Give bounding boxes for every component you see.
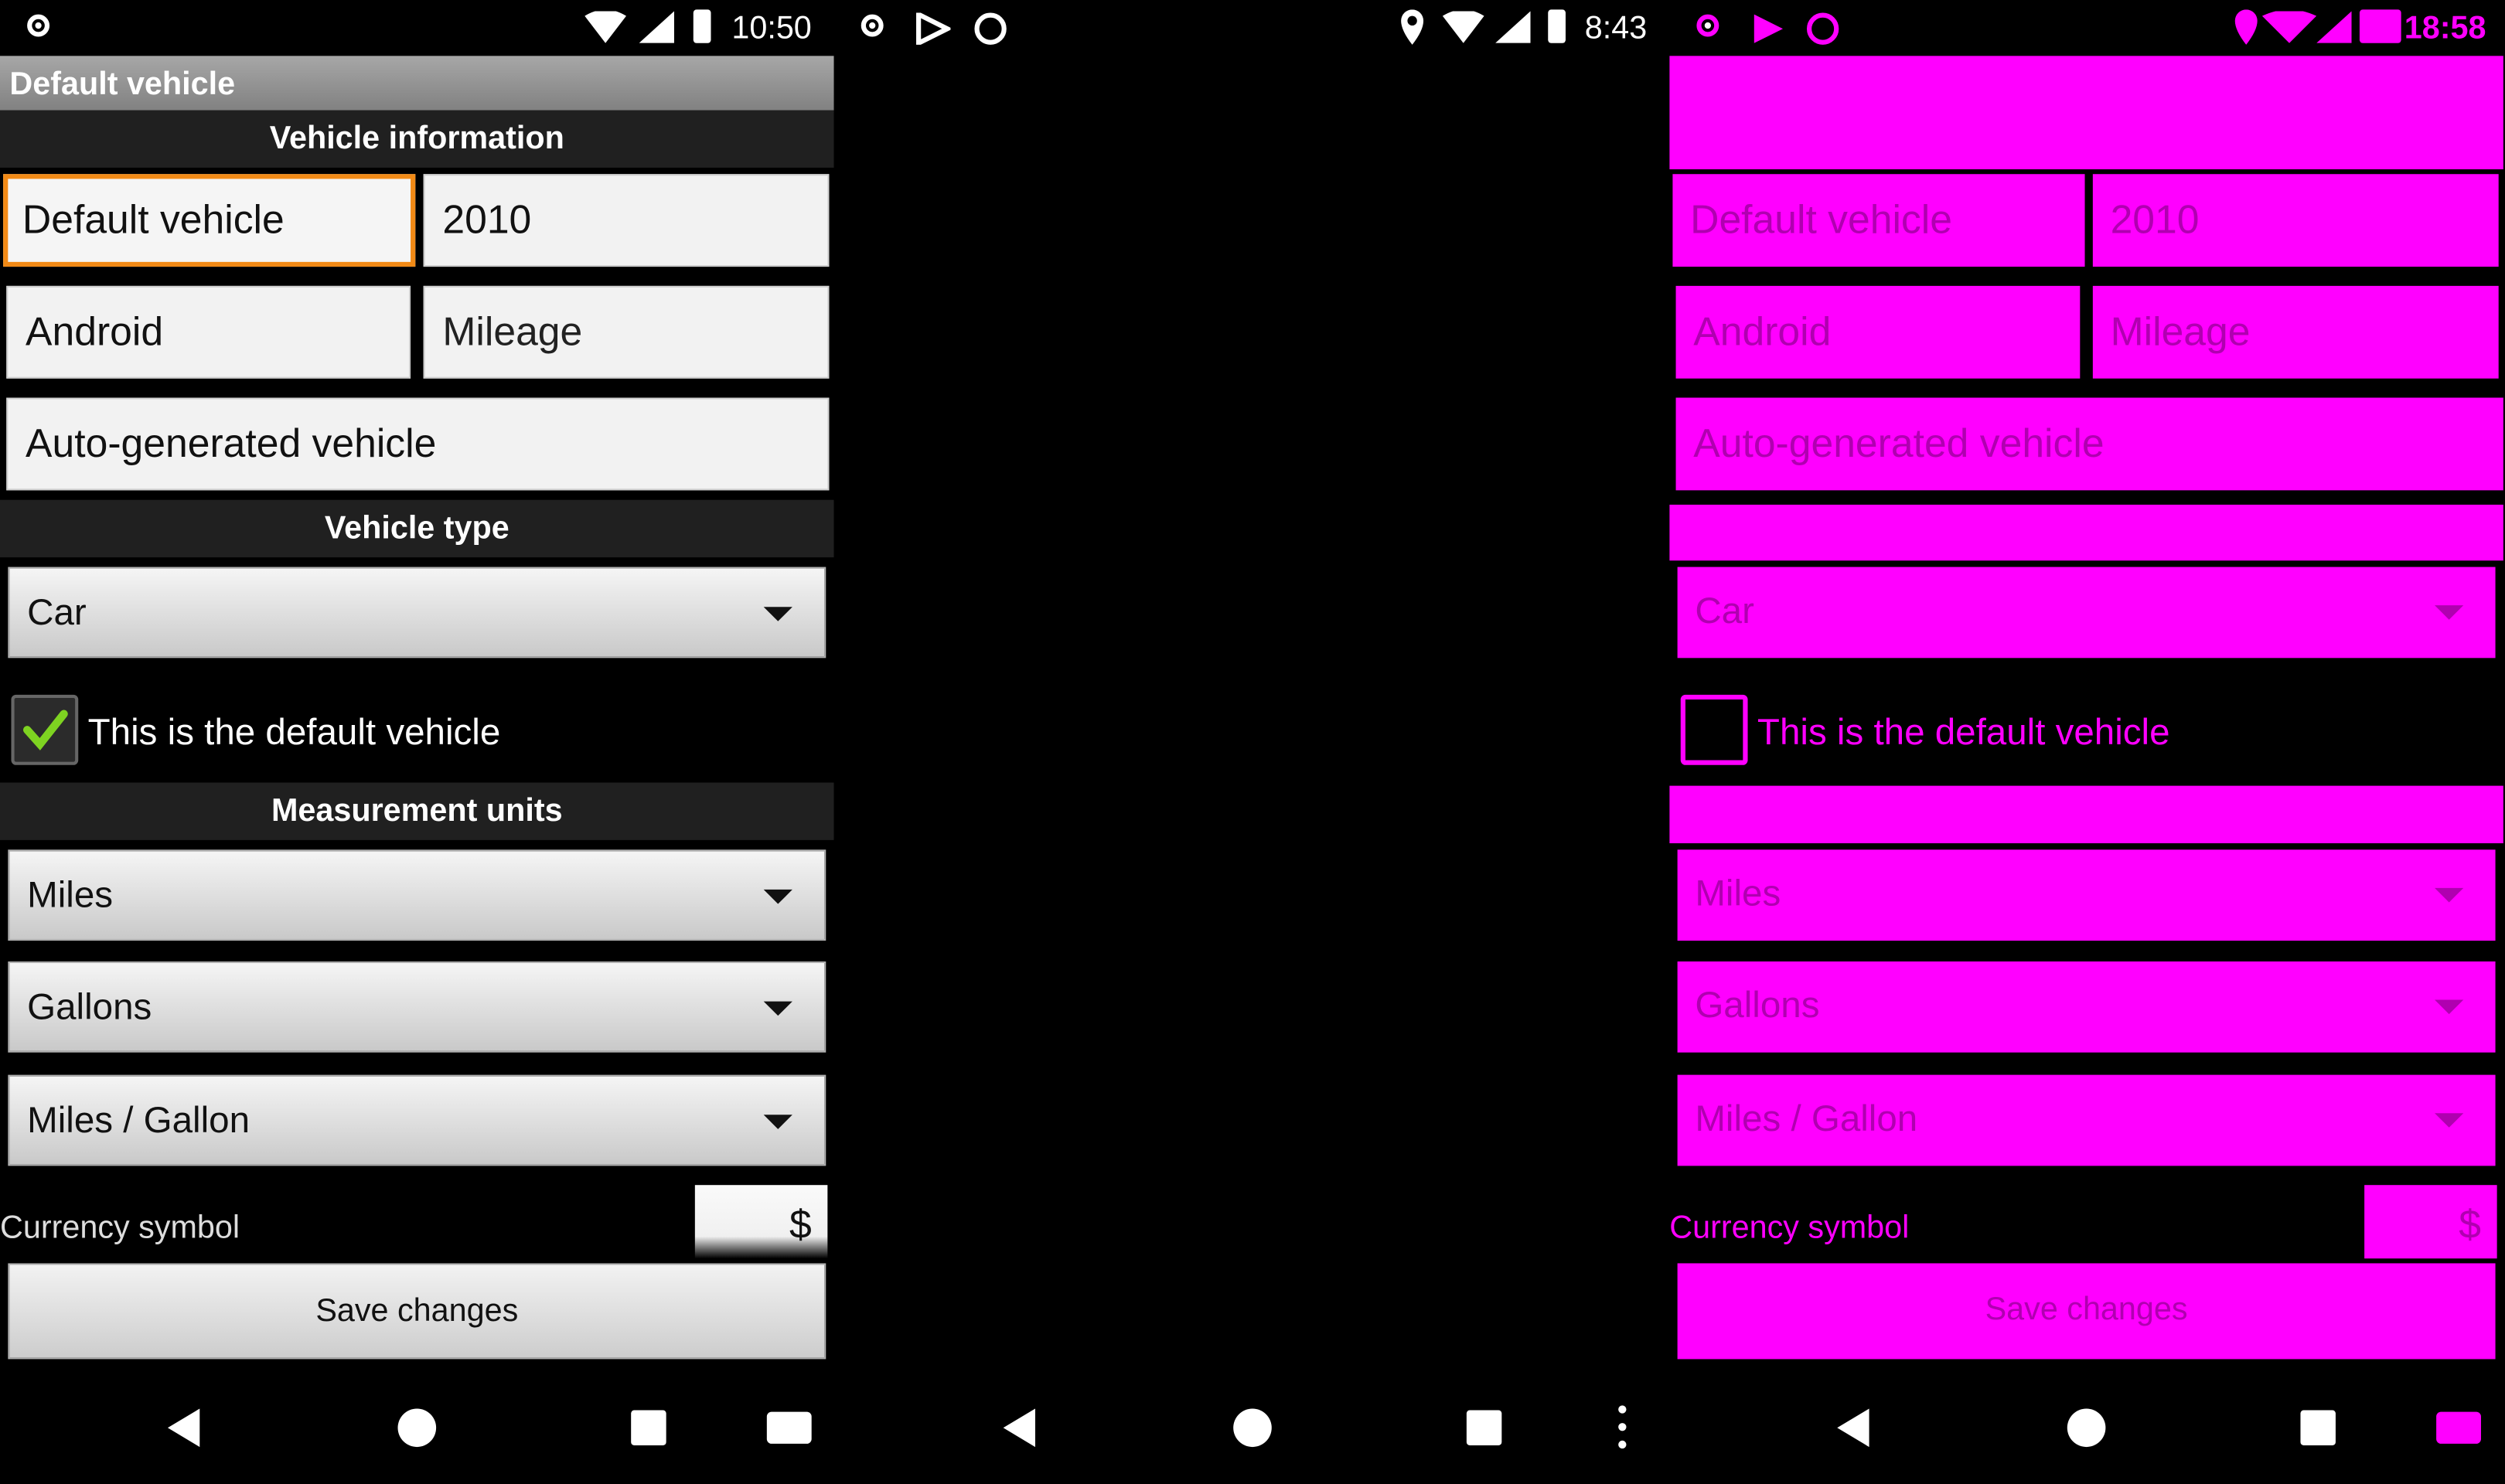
- battery-icon: [1548, 9, 1566, 43]
- currency-label: Currency symbol: [0, 1210, 240, 1246]
- vehicle-type-dropdown[interactable]: Car: [1677, 567, 2496, 659]
- keyboard-icon[interactable]: [766, 1411, 812, 1444]
- mileage-field[interactable]: Mileage: [2092, 285, 2499, 379]
- signal-icon: [639, 11, 674, 43]
- screen-vehicle-form: 10:50 Default vehicle Vehicle informatio…: [0, 0, 834, 1484]
- chevron-down-icon: [763, 607, 792, 621]
- year-field[interactable]: 2010: [2092, 174, 2499, 267]
- notification-icon: [1696, 14, 1719, 37]
- home-icon[interactable]: [1233, 1408, 1272, 1448]
- keyboard-icon[interactable]: [2436, 1411, 2481, 1444]
- location-icon: [2234, 9, 2258, 45]
- default-vehicle-checkbox[interactable]: [11, 694, 79, 765]
- app-title: Default vehicle: [0, 56, 834, 114]
- chevron-down-icon: [763, 1001, 792, 1016]
- recents-icon[interactable]: [2300, 1410, 2336, 1446]
- make-field[interactable]: Android: [1675, 285, 2081, 379]
- economy-unit-dropdown[interactable]: Miles / Gallon: [1677, 1074, 2496, 1166]
- vehicle-name-field[interactable]: Default vehicle: [1672, 174, 2085, 267]
- distance-unit-value: Miles: [1695, 872, 1781, 914]
- volume-unit-dropdown[interactable]: Gallons: [8, 961, 826, 1053]
- mileage-field[interactable]: Mileage: [423, 285, 830, 379]
- make-field[interactable]: Android: [6, 285, 411, 379]
- chevron-down-icon: [2435, 887, 2464, 903]
- home-icon[interactable]: [2067, 1408, 2106, 1448]
- volume-unit-dropdown[interactable]: Gallons: [1677, 961, 2496, 1053]
- chevron-down-icon: [763, 889, 792, 904]
- currency-input[interactable]: $: [694, 1185, 828, 1259]
- economy-unit-value: Miles / Gallon: [1695, 1097, 1918, 1139]
- header-block: [1669, 56, 2503, 170]
- vehicle-type-value: Car: [27, 591, 87, 633]
- battery-icon: [2359, 9, 2401, 43]
- more-options-icon[interactable]: [1618, 1405, 1627, 1458]
- economy-unit-value: Miles / Gallon: [27, 1098, 250, 1141]
- distance-unit-dropdown[interactable]: Miles: [8, 849, 826, 941]
- vehicle-name-field[interactable]: Default vehicle: [3, 174, 416, 267]
- recents-icon[interactable]: [1466, 1410, 1502, 1446]
- back-icon[interactable]: [1003, 1408, 1035, 1448]
- chevron-down-icon: [763, 1115, 792, 1129]
- volume-unit-value: Gallons: [27, 985, 152, 1027]
- play-store-icon: [916, 12, 951, 45]
- wifi-icon: [1442, 11, 1484, 43]
- volume-unit-value: Gallons: [1695, 983, 1820, 1026]
- checkmark-icon: [22, 710, 68, 751]
- back-icon[interactable]: [1837, 1408, 1869, 1448]
- notification-icon: [861, 14, 884, 37]
- currency-input[interactable]: $: [2364, 1185, 2497, 1259]
- save-button[interactable]: Save changes: [1677, 1263, 2496, 1360]
- year-field[interactable]: 2010: [423, 174, 830, 267]
- status-time: 18:58: [2404, 11, 2486, 46]
- location-icon: [1401, 9, 1424, 45]
- vehicle-type-dropdown[interactable]: Car: [8, 567, 826, 659]
- description-field[interactable]: Auto-generated vehicle: [6, 397, 830, 491]
- chevron-down-icon: [2435, 1113, 2464, 1128]
- play-store-icon: [1754, 14, 1783, 43]
- screen-vehicle-form-highlight: 18:58 Default vehicle 2010 Android Milea…: [1669, 0, 2503, 1484]
- chevron-down-icon: [2435, 999, 2464, 1015]
- chrome-icon: [974, 12, 1007, 45]
- chevron-down-icon: [2435, 605, 2464, 620]
- battery-icon: [693, 9, 711, 43]
- signal-icon: [2316, 11, 2352, 43]
- notification-icon: [27, 14, 50, 37]
- currency-label: Currency symbol: [1669, 1210, 1910, 1246]
- default-vehicle-checkbox[interactable]: [1680, 694, 1748, 765]
- save-button[interactable]: Save changes: [8, 1263, 826, 1360]
- default-vehicle-label: This is the default vehicle: [1757, 710, 2170, 753]
- description-field[interactable]: Auto-generated vehicle: [1675, 397, 2503, 491]
- section-header-vehicle-type: Vehicle type: [0, 499, 834, 558]
- distance-unit-value: Miles: [27, 873, 114, 915]
- wifi-icon: [2261, 11, 2317, 43]
- screen-blank: 8:43: [835, 0, 1670, 1484]
- home-icon[interactable]: [397, 1408, 437, 1448]
- section-header-units: [1669, 785, 2503, 844]
- back-icon[interactable]: [167, 1408, 200, 1448]
- wifi-icon: [584, 11, 626, 43]
- recents-icon[interactable]: [631, 1410, 666, 1446]
- section-header-vehicle-type: [1669, 504, 2503, 561]
- signal-icon: [1495, 11, 1531, 43]
- economy-unit-dropdown[interactable]: Miles / Gallon: [8, 1074, 826, 1166]
- section-header-units: Measurement units: [0, 782, 834, 840]
- distance-unit-dropdown[interactable]: Miles: [1677, 849, 2496, 941]
- default-vehicle-label: This is the default vehicle: [87, 710, 501, 753]
- status-time: 8:43: [1584, 11, 1648, 46]
- vehicle-type-value: Car: [1695, 589, 1754, 631]
- section-header-vehicle-info: Vehicle information: [0, 110, 834, 168]
- chrome-icon: [1806, 12, 1839, 45]
- status-time: 10:50: [731, 11, 812, 46]
